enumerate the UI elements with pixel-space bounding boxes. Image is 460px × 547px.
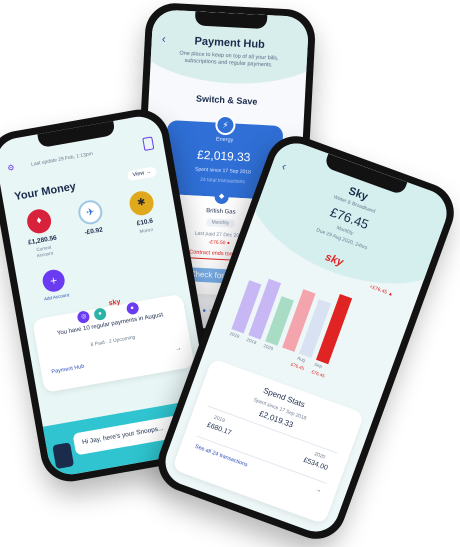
add-account[interactable]: + Add Account [32,266,77,302]
x-label: Aug [296,355,306,363]
bank-logo-icon: ✱ [127,189,156,218]
bar-value: £76.45 [310,369,326,379]
year-2020-label: 2020 [313,451,327,461]
logo-icon: ◎ [76,310,91,324]
phone-notch [37,120,116,149]
logo-icon: ● [125,301,140,316]
account-name: Current Account [36,244,54,259]
arrow-right-icon[interactable]: → [175,346,182,353]
x-label: 2019 [245,337,258,346]
page-title: Your Money [13,180,77,204]
plus-icon: + [40,267,67,294]
bar-value: £76.45 [290,361,305,372]
document-icon[interactable] [142,136,155,151]
view-button[interactable]: View → [126,166,158,182]
year-2019-label: 2019 [213,414,226,425]
account-1[interactable]: ♦ £1,280.56 Current Account [15,206,67,262]
section-title: Switch & Save [195,93,258,107]
year-2019-amount: £680.17 [205,421,233,437]
arrow-right-icon[interactable]: → [315,487,323,495]
sky-logo: sky [108,298,122,308]
logo-icon: ● [93,307,108,322]
last-update: Last update 29 Feb, 1:13pm [30,151,94,168]
account-2[interactable]: ✈ -£0.92 [67,197,116,239]
settings-gear-icon[interactable]: ⚙ [7,163,16,173]
regular-payments-card[interactable]: ◎ ● sky ● You have 10 regular payments i… [32,293,195,393]
x-label: 2020 [262,343,274,352]
bank-logo-icon: ✈ [76,198,105,227]
year-2020-amount: £534.00 [302,456,329,473]
x-label: Sep [313,361,323,370]
add-account-label: Add Account [43,292,70,302]
see-all-transactions-link[interactable]: See all 24 transactions [194,444,248,469]
account-amount: -£0.92 [84,226,104,237]
category-label: Energy [215,136,234,144]
account-3[interactable]: ✱ £10.6 Monzo [118,188,169,237]
x-label: 2019 [229,330,241,339]
payment-hub-link[interactable]: Payment Hub [51,364,85,376]
lightning-icon: ⚡ [214,114,236,136]
bank-logo-icon: ♦ [25,207,54,236]
provider-logo-icon: ◆ [214,189,229,205]
frequency-badge: Monthly [206,218,235,228]
snoop-mascot-icon [52,442,75,470]
